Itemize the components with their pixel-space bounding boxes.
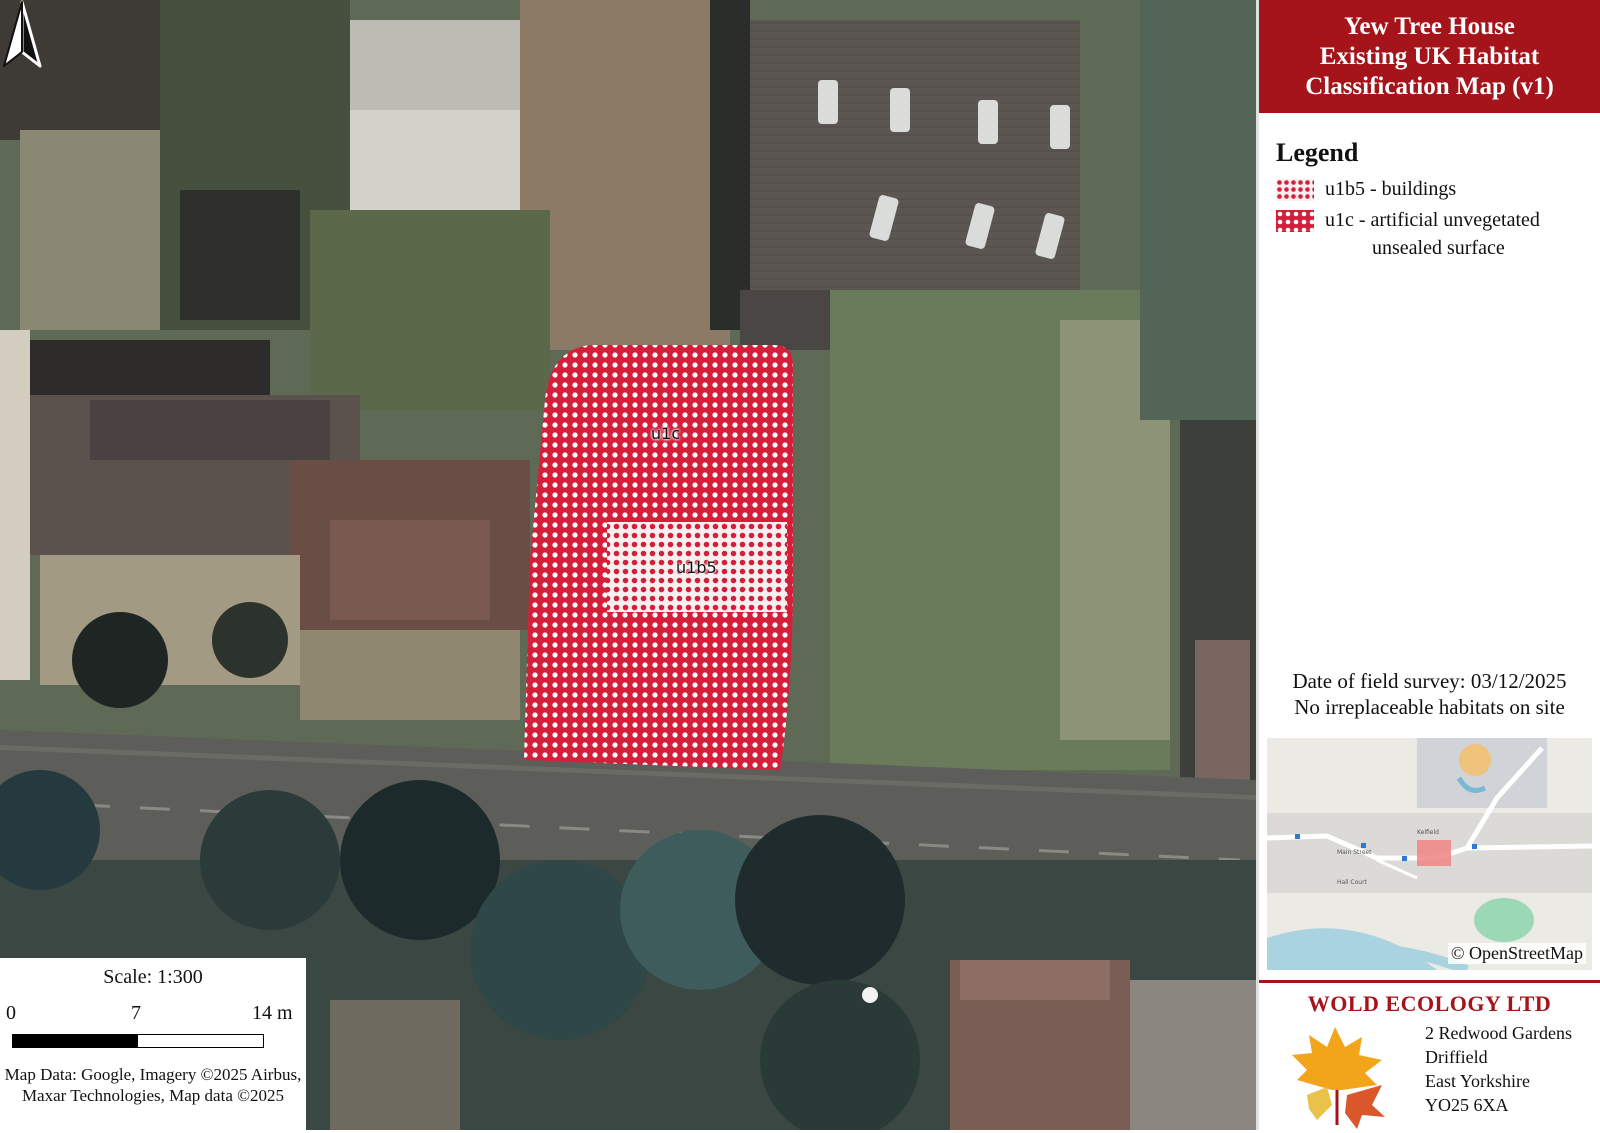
u1b5-map-label: u1b5 — [676, 558, 717, 577]
inset-street-label-2: Hall Court — [1337, 879, 1368, 886]
scale-title: Scale: 1:300 — [103, 966, 203, 988]
company-name: WOLD ECOLOGY LTD — [1307, 991, 1552, 1016]
address-line-3: East Yorkshire — [1425, 1071, 1531, 1091]
map-title: Yew Tree House Existing UK Habitat Class… — [1259, 0, 1600, 113]
legend-item-u1c: u1c - artificial unvegetated unsealed su… — [1276, 206, 1596, 266]
scale-bar — [12, 1034, 264, 1048]
inset-place-label: Kelfield — [1417, 829, 1439, 836]
address-line-1: 2 Redwood Gardens — [1425, 1023, 1572, 1043]
legend-label-u1b5: u1b5 - buildings — [1325, 178, 1457, 200]
address-line-4: YO25 6XA — [1425, 1095, 1509, 1115]
address-line-2: Driffield — [1425, 1047, 1488, 1067]
scale-tick-14: 14 m — [252, 1002, 293, 1024]
title-line-2: Existing UK Habitat — [1319, 43, 1540, 70]
legend-item-u1b5: u1b5 - buildings — [1276, 175, 1596, 205]
title-line-3: Classification Map (v1) — [1305, 73, 1554, 100]
site-location-marker — [1417, 840, 1451, 866]
legend-label-u1c-line2: unsealed surface — [1372, 237, 1505, 259]
survey-date: Date of field survey: 03/12/2025 — [1292, 669, 1567, 693]
aerial-map[interactable]: u1c u1b5 Scale: 1:300 0 7 14 m Map Data:… — [0, 0, 1256, 1130]
autumn-leaf-logo-icon — [1292, 1027, 1385, 1129]
legend-title: Legend — [1276, 138, 1359, 167]
location-inset-map[interactable]: Main Street Kelfield Hall Court © OpenSt… — [1267, 738, 1592, 970]
osm-credit: © OpenStreetMap — [1447, 943, 1586, 964]
title-line-1: Yew Tree House — [1344, 13, 1515, 40]
map-attribution: Map Data: Google, Imagery ©2025 Airbus, … — [4, 1065, 302, 1105]
inset-street-label: Main Street — [1337, 849, 1372, 856]
company-address: 2 Redwood Gardens Driffield East Yorkshi… — [1425, 1021, 1572, 1117]
company-block: WOLD ECOLOGY LTD 2 Redwood Gardens Driff… — [1259, 980, 1600, 1133]
side-panel: Yew Tree House Existing UK Habitat Class… — [1256, 0, 1600, 1130]
irreplaceable-habitats-note: No irreplaceable habitats on site — [1294, 695, 1565, 719]
scale-tick-0: 0 — [6, 1002, 16, 1024]
north-arrow-icon — [3, 0, 42, 68]
u1b5-swatch-icon — [1276, 179, 1314, 201]
u1c-map-label: u1c — [651, 424, 681, 443]
inset-map-graphic: Main Street Kelfield Hall Court — [1267, 738, 1592, 970]
survey-info: Date of field survey: 03/12/2025 No irre… — [1259, 668, 1600, 720]
scale-box: Scale: 1:300 0 7 14 m Map Data: Google, … — [0, 958, 306, 1130]
u1c-swatch-icon — [1276, 210, 1314, 232]
legend-label-u1c-line1: u1c - artificial unvegetated — [1325, 209, 1540, 231]
scale-tick-7: 7 — [131, 1002, 141, 1024]
legend-label-u1c: u1c - artificial unvegetated unsealed su… — [1325, 206, 1585, 262]
